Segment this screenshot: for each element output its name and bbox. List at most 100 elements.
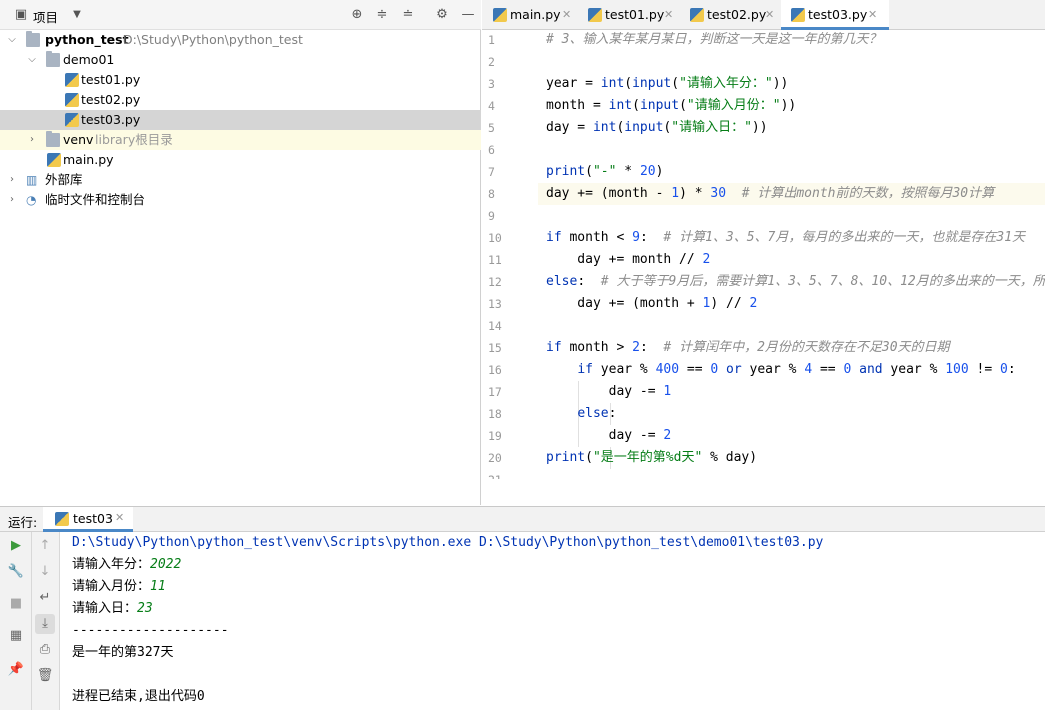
code-token: : bbox=[577, 274, 601, 289]
run-label: 运行: bbox=[8, 515, 38, 530]
tab-test01[interactable]: test01.py ✕ bbox=[578, 0, 680, 30]
code-token: ( bbox=[671, 76, 680, 91]
line-number: 15 bbox=[488, 341, 502, 355]
chevron-right-icon[interactable]: › bbox=[26, 130, 38, 150]
print-icon[interactable]: ⎙ bbox=[35, 640, 55, 660]
pin-icon[interactable]: 📌 bbox=[6, 660, 26, 680]
python-file-icon bbox=[791, 8, 805, 22]
console-input: 2022 bbox=[150, 557, 182, 572]
tree-item-label: 外部库 bbox=[45, 172, 83, 187]
close-icon[interactable]: ✕ bbox=[664, 0, 673, 30]
close-icon[interactable]: ✕ bbox=[562, 0, 571, 30]
code-token: 1 bbox=[663, 384, 672, 399]
run-toolbar: 运行: test03 ✕ bbox=[0, 506, 1045, 532]
tree-item-demo01[interactable]: ⌵ demo01 bbox=[0, 50, 481, 70]
tab-test02[interactable]: test02.py ✕ bbox=[680, 0, 781, 30]
code-token: print bbox=[546, 450, 586, 465]
code-token: )) bbox=[780, 98, 797, 113]
code-token: int bbox=[592, 120, 617, 135]
code-token: int bbox=[600, 76, 625, 91]
tree-item-test02[interactable]: test02.py bbox=[0, 90, 481, 110]
gear-icon[interactable]: ⚙ bbox=[433, 6, 451, 24]
tree-item-main[interactable]: main.py bbox=[0, 150, 481, 170]
expand-all-icon[interactable]: ≑ bbox=[373, 6, 391, 24]
tab-main[interactable]: main.py ✕ bbox=[482, 0, 578, 30]
rerun-icon[interactable]: ▶ bbox=[6, 536, 26, 556]
tree-item-label: test01.py bbox=[81, 72, 141, 87]
code-line: day -= 1 bbox=[546, 381, 672, 403]
chevron-right-icon[interactable]: › bbox=[6, 190, 18, 210]
code-line: month = int(input("请输入月份：")) bbox=[546, 95, 796, 117]
layout-icon[interactable]: ▦ bbox=[6, 626, 26, 646]
console-input: 11 bbox=[150, 579, 166, 594]
chevron-down-icon[interactable]: ⌵ bbox=[26, 50, 38, 70]
line-number: 19 bbox=[488, 429, 502, 443]
line-number: 7 bbox=[488, 165, 495, 179]
folder-icon bbox=[46, 131, 60, 147]
trash-icon[interactable]: 🗑 bbox=[35, 666, 55, 686]
tree-item-external-libraries[interactable]: › ▥ 外部库 bbox=[0, 170, 481, 190]
close-icon[interactable]: ✕ bbox=[765, 0, 774, 30]
tree-item-label: main.py bbox=[63, 152, 114, 167]
run-console[interactable]: D:\Study\Python\python_test\venv\Scripts… bbox=[60, 532, 1045, 710]
code-line: print("是一年的第%d天" % day) bbox=[546, 447, 757, 469]
run-tab-test03[interactable]: test03 ✕ bbox=[43, 507, 133, 532]
minimize-icon[interactable]: — bbox=[459, 6, 477, 24]
project-panel-title[interactable]: 项目 bbox=[33, 7, 58, 26]
chevron-right-icon[interactable]: › bbox=[6, 170, 18, 190]
arrow-down-icon[interactable]: ↓ bbox=[35, 562, 55, 582]
wrench-icon[interactable]: 🔧 bbox=[6, 562, 26, 582]
project-panel: ▣ 项目 ▼ ⊕ ≑ ≐ ⚙ — ⌵ python_test D:\Study\… bbox=[0, 0, 481, 505]
code-token: # 计算1、3、5、7月，每月的多出来的一天，也就是存在31天 bbox=[663, 230, 1026, 245]
code-token: year % bbox=[592, 362, 656, 377]
console-line: 请输入年分：2022 bbox=[72, 554, 181, 576]
arrow-up-icon[interactable]: ↑ bbox=[35, 536, 55, 556]
locate-icon[interactable]: ⊕ bbox=[348, 6, 366, 24]
soft-wrap-icon[interactable]: ↵ bbox=[35, 588, 55, 608]
code-token: ( bbox=[585, 450, 593, 465]
code-token: "请输入月份：" bbox=[686, 98, 781, 113]
line-number: 8 bbox=[488, 187, 495, 201]
editor-tabs: main.py ✕ test01.py ✕ test02.py ✕ test03… bbox=[482, 0, 1045, 30]
code-editor[interactable]: 123456789101112131415161718192021 # 3、输入… bbox=[482, 31, 1045, 479]
line-number: 17 bbox=[488, 385, 502, 399]
code-token: else bbox=[546, 274, 578, 289]
chevron-down-icon[interactable]: ⌵ bbox=[6, 30, 18, 50]
console-exit-message: 进程已结束,退出代码0 bbox=[72, 689, 205, 704]
tab-test03[interactable]: test03.py ✕ bbox=[781, 0, 889, 30]
code-token: 100 bbox=[945, 362, 969, 377]
console-line: 请输入日：23 bbox=[72, 598, 153, 620]
chevron-down-icon[interactable]: ▼ bbox=[68, 6, 86, 24]
project-tree: ⌵ python_test D:\Study\Python\python_tes… bbox=[0, 30, 481, 210]
scroll-to-end-icon[interactable]: ⤓ bbox=[35, 614, 55, 634]
console-separator: -------------------- bbox=[72, 623, 229, 638]
code-token: == bbox=[679, 362, 711, 377]
project-view-icon[interactable]: ▣ bbox=[12, 6, 30, 24]
close-icon[interactable]: ✕ bbox=[115, 511, 124, 524]
tree-item-test01[interactable]: test01.py bbox=[0, 70, 481, 90]
collapse-all-icon[interactable]: ≐ bbox=[399, 6, 417, 24]
code-line: day += (month - 1) * 30 # 计算出month前的天数，按… bbox=[546, 183, 994, 205]
tree-item-venv[interactable]: › venv library根目录 bbox=[0, 130, 481, 150]
code-token: * bbox=[616, 164, 640, 179]
code-line: if month > 2: # 计算闰年中，2月份的天数存在不足30天的日期 bbox=[546, 337, 950, 359]
library-root-note: library根目录 bbox=[95, 132, 173, 147]
tree-item-python-test[interactable]: ⌵ python_test D:\Study\Python\python_tes… bbox=[0, 30, 481, 50]
console-prompt: 请输入月份： bbox=[72, 579, 151, 594]
python-file-icon bbox=[55, 512, 69, 526]
code-token: )) bbox=[772, 76, 789, 91]
tree-item-test03[interactable]: test03.py bbox=[0, 110, 481, 130]
code-token: ( bbox=[632, 98, 640, 113]
code-token: 2 bbox=[632, 340, 640, 355]
tree-item-scratches[interactable]: › ◔ 临时文件和控制台 bbox=[0, 190, 481, 210]
code-token: "是一年的第%d天" bbox=[592, 450, 703, 465]
stop-icon[interactable]: ■ bbox=[6, 594, 26, 614]
tab-label: test02.py bbox=[707, 7, 767, 22]
close-icon[interactable]: ✕ bbox=[868, 0, 877, 30]
tree-item-label: test03.py bbox=[81, 112, 141, 127]
code-token: # 计算闰年中，2月份的天数存在不足30天的日期 bbox=[663, 340, 950, 355]
code-token: 2 bbox=[702, 252, 711, 267]
tree-item-label: 临时文件和控制台 bbox=[45, 192, 146, 207]
